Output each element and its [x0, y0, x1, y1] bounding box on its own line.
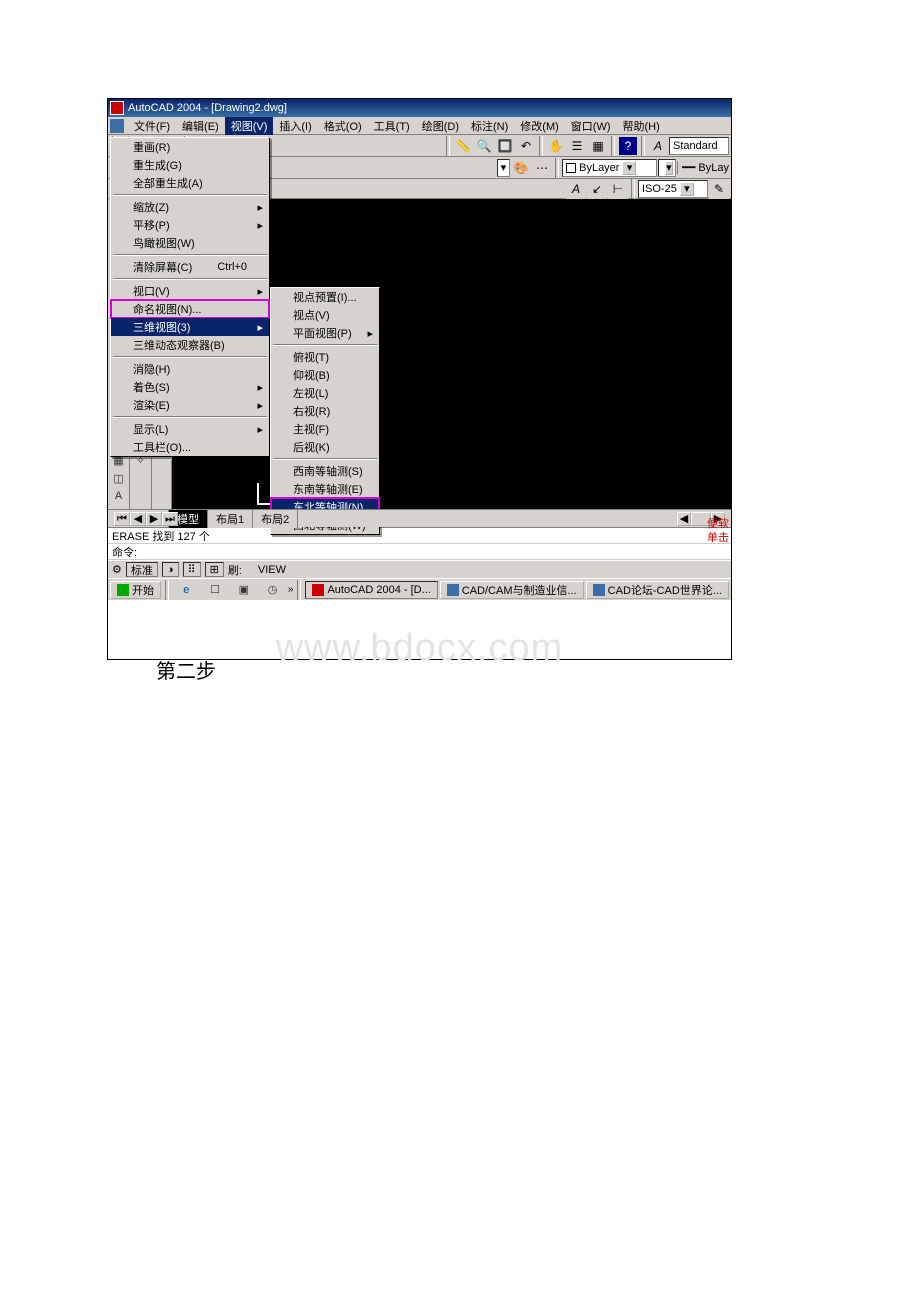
menu-item[interactable]: 重画(R)	[111, 138, 269, 156]
menu-bar[interactable]: 文件(F) 编辑(E) 视图(V) 插入(I) 格式(O) 工具(T) 绘图(D…	[108, 117, 731, 135]
menu-item[interactable]: 重生成(G)	[111, 156, 269, 174]
dim9-icon[interactable]: ✎	[709, 179, 729, 199]
menu-item[interactable]: 东南等轴测(E)	[271, 480, 379, 498]
task-cadcam[interactable]: CAD/CAM与制造业信...	[440, 581, 584, 599]
dim8-icon[interactable]: ⊢	[608, 179, 628, 199]
menu-item[interactable]: 平移(P)▸	[111, 216, 269, 234]
status-ortho[interactable]: ⊞	[205, 562, 224, 577]
layout-tabs[interactable]: ⏮ ◀ ▶ ⏭ 模型 布局1 布局2 ◀ ▶	[108, 509, 731, 527]
menu-item[interactable]: 清除屏幕(C)Ctrl+0	[111, 258, 269, 276]
menu-item[interactable]: 视口(V)▸	[111, 282, 269, 300]
lweight-combo[interactable]: ▾	[658, 159, 676, 177]
dim7-icon[interactable]: ↙	[587, 179, 607, 199]
status-snap[interactable]: ◑	[162, 562, 179, 577]
menu-file[interactable]: 文件(F)	[128, 117, 176, 135]
menu-item[interactable]: 消隐(H)	[111, 360, 269, 378]
command-area: ERASE 找到 127 个 命令:	[108, 527, 731, 560]
props-icon[interactable]: ☰	[567, 136, 587, 156]
menu-item[interactable]: 三维动态观察器(B)	[111, 336, 269, 354]
textstyle-icon[interactable]: A	[648, 136, 668, 156]
start-button[interactable]: 开始	[110, 581, 161, 599]
menu-draw[interactable]: 绘图(D)	[416, 117, 465, 135]
menu-dim[interactable]: 标注(N)	[465, 117, 514, 135]
menu-item[interactable]: 平面视图(P)▸	[271, 324, 379, 342]
step-caption: 第二步	[156, 655, 779, 714]
menu-insert[interactable]: 插入(I)	[273, 117, 317, 135]
ql-3-icon[interactable]: ▣	[234, 581, 254, 599]
menu-item[interactable]: 鸟瞰视图(W)	[111, 234, 269, 252]
menu-item[interactable]: 全部重生成(A)	[111, 174, 269, 192]
menu-item[interactable]: 命名视图(N)...	[111, 300, 269, 318]
view-menu-popup[interactable]: 重画(R)重生成(G)全部重生成(A) 缩放(Z)▸平移(P)▸鸟瞰视图(W) 清除…	[110, 137, 270, 457]
app-icon	[110, 101, 124, 115]
menu-item[interactable]: 仰视(B)	[271, 366, 379, 384]
status-bar: ⚙ 标准 ◑ ⠿ ⊞ 刷: VIEW	[108, 560, 731, 578]
tab-next-icon[interactable]: ▶	[146, 512, 162, 526]
text-icon[interactable]: A	[109, 487, 129, 505]
command-history: ERASE 找到 127 个	[108, 528, 731, 544]
menu-item[interactable]: 俯视(T)	[271, 348, 379, 366]
hscroll-left-icon[interactable]: ◀	[677, 512, 691, 526]
zoom-icon[interactable]: 🔍	[474, 136, 494, 156]
work-area: ╱ ╱ ⤳ ⬠ ▭ ⌒ ○ ☁ ∿ ◯ ◡ ⊞ ⊟ • ▦ ◫ A	[108, 199, 731, 509]
region-icon[interactable]: ◫	[109, 469, 129, 487]
zoom-win-icon[interactable]: 🔲	[495, 136, 515, 156]
pan-icon[interactable]: ✋	[546, 136, 566, 156]
tab-prev-icon[interactable]: ◀	[130, 512, 146, 526]
menu-item[interactable]: 工具栏(O)...	[111, 438, 269, 456]
status-mode[interactable]: 标准	[126, 562, 158, 577]
dim6-icon[interactable]: A	[566, 179, 586, 199]
color-icon[interactable]: 🎨	[511, 158, 531, 178]
status-grid[interactable]: ⠿	[183, 562, 201, 577]
status-cmd: VIEW	[258, 564, 286, 576]
dimstyle-combo[interactable]: ISO-25▾	[638, 180, 708, 198]
zoom-prev-icon[interactable]: ↶	[516, 136, 536, 156]
menu-item[interactable]: 渲染(E)▸	[111, 396, 269, 414]
menu-item[interactable]: 三维视图(3)▸	[111, 318, 269, 336]
ql-ie-icon[interactable]: e	[176, 581, 196, 599]
menu-item[interactable]: 缩放(Z)▸	[111, 198, 269, 216]
task-forum[interactable]: CAD论坛-CAD世界论...	[586, 581, 729, 599]
tab-first-icon[interactable]: ⏮	[114, 512, 130, 526]
menu-item[interactable]: 右视(R)	[271, 402, 379, 420]
menu-edit[interactable]: 编辑(E)	[176, 117, 225, 135]
tab-layout1[interactable]: 布局1	[207, 509, 253, 528]
mdi-icon	[110, 119, 124, 133]
menu-format[interactable]: 格式(O)	[318, 117, 368, 135]
ql-4-icon[interactable]: ◷	[263, 581, 283, 599]
menu-item[interactable]: 视点预置(I)...	[271, 288, 379, 306]
tab-last-icon[interactable]: ⏭	[162, 512, 178, 526]
menu-item[interactable]: 西南等轴测(S)	[271, 462, 379, 480]
dist-icon[interactable]: 📏	[453, 136, 473, 156]
bylayer-combo[interactable]: ByLayer▾	[562, 159, 657, 177]
menu-item[interactable]: 主视(F)	[271, 420, 379, 438]
menu-item[interactable]: 显示(L)▸	[111, 420, 269, 438]
command-input[interactable]: 命令:	[108, 544, 731, 560]
task-autocad[interactable]: AutoCAD 2004 - [D...	[305, 581, 437, 599]
menu-tools[interactable]: 工具(T)	[368, 117, 416, 135]
menu-modify[interactable]: 修改(M)	[514, 117, 565, 135]
ql-desktop-icon[interactable]: ☐	[205, 581, 225, 599]
menu-item[interactable]: 视点(V)	[271, 306, 379, 324]
drawing-canvas[interactable]: ➤ 重画(R)重生成(G)全部重生成(A)缩放(Z)▸平移(P)▸鸟瞰视图(W)…	[172, 199, 731, 509]
3dview-submenu-popup[interactable]: 视点预置(I)...视点(V)平面视图(P)▸ 俯视(T)仰视(B)左视(L)右视…	[270, 287, 380, 535]
textstyle-combo[interactable]: Standard	[669, 137, 729, 155]
tab-layout2[interactable]: 布局2	[252, 509, 298, 528]
status-brush: 刷:	[228, 562, 242, 578]
status-icon: ⚙	[112, 563, 122, 576]
dc-icon[interactable]: ▦	[588, 136, 608, 156]
windows-taskbar: 开始 e ☐ ▣ ◷ » AutoCAD 2004 - [D... CAD/CA…	[108, 578, 731, 600]
window-title: AutoCAD 2004 - [Drawing2.dwg]	[128, 102, 287, 114]
menu-item[interactable]: 左视(L)	[271, 384, 379, 402]
menu-item[interactable]: 着色(S)▸	[111, 378, 269, 396]
menu-item[interactable]: 后视(K)	[271, 438, 379, 456]
side-note-2: 单击	[707, 529, 729, 545]
menu-help[interactable]: 帮助(H)	[617, 117, 666, 135]
help-icon[interactable]: ?	[618, 136, 638, 156]
title-bar: AutoCAD 2004 - [Drawing2.dwg]	[108, 99, 731, 117]
ltype-icon[interactable]: ⋯	[532, 158, 552, 178]
menu-view[interactable]: 视图(V)	[225, 117, 274, 135]
menu-window[interactable]: 窗口(W)	[565, 117, 617, 135]
color-combo[interactable]: ▾	[497, 159, 511, 177]
